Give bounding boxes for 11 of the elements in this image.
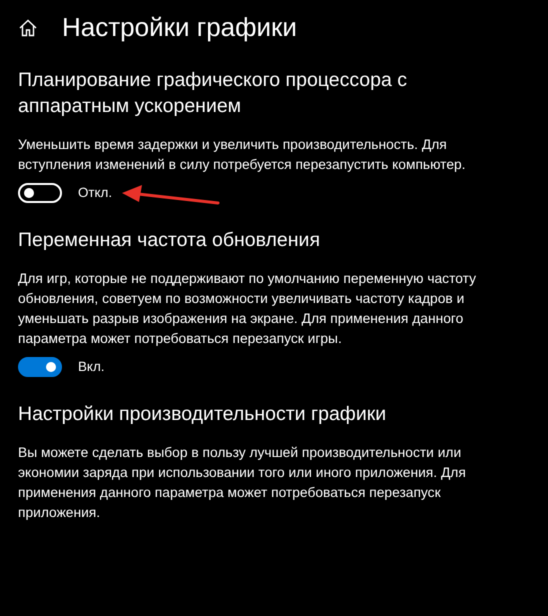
section-description: Для игр, которые не поддерживают по умолчанию переменную частоту обновления, советуем по возможности увеличивать частоту кадров и уменьшать разрыв изображения на экране. Для применения данного параметра может потребоваться перезапуск игры. bbox=[18, 270, 477, 348]
toggle-label: Откл. bbox=[78, 184, 112, 202]
section-heading: Планирование графического процессора с аппаратным ускорением bbox=[18, 68, 408, 120]
page-title: Настройки графики bbox=[62, 12, 297, 44]
section-description: Вы можете сделать выбор в пользу лучшей производительности или экономии заряда при использовании того или иного приложения. Для применения данного параметра может потребоваться перезапуск приложения. bbox=[18, 444, 467, 522]
section-heading: Переменная частота обновления bbox=[18, 228, 322, 254]
toggle-switch[interactable] bbox=[18, 357, 62, 378]
home-icon[interactable] bbox=[18, 18, 38, 38]
toggle-label: Вкл. bbox=[78, 358, 104, 376]
section-description: Уменьшить время задержки и увеличить производительность. Для вступления изменений в силу потребуется перезапустить компьютер. bbox=[18, 136, 467, 174]
section-heading: Настройки производительности графики bbox=[18, 402, 388, 428]
